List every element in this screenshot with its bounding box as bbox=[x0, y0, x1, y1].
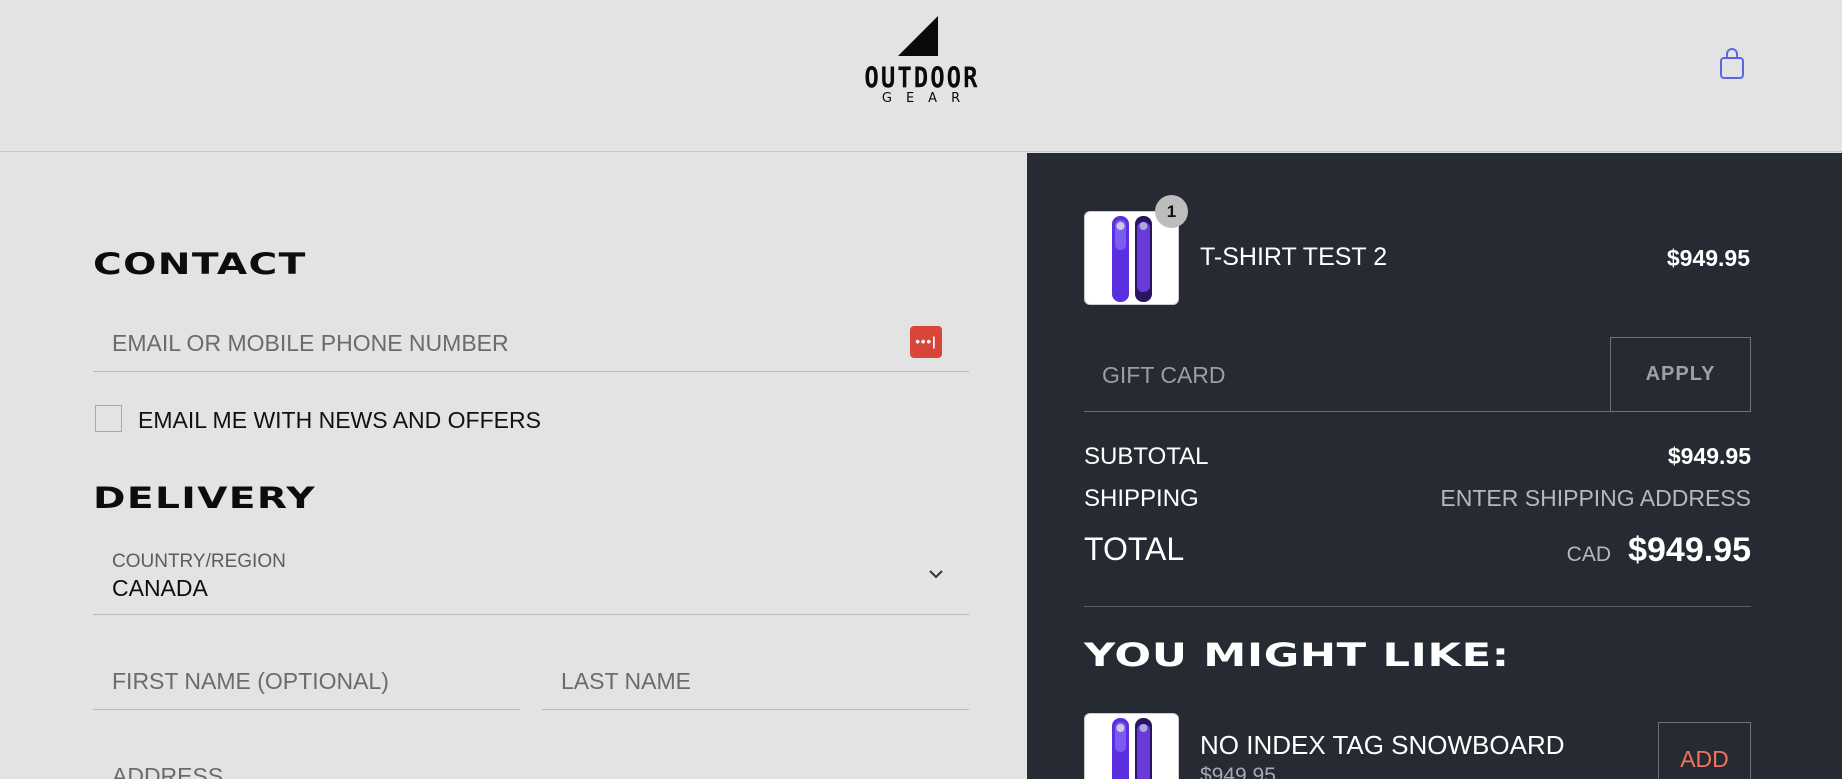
delivery-heading: DELIVERY bbox=[93, 481, 316, 515]
address-field[interactable]: ADDRESS bbox=[93, 741, 969, 779]
country-label: COUNTRY/REGION bbox=[112, 551, 286, 572]
email-field[interactable]: EMAIL OR MOBILE PHONE NUMBER •••| bbox=[93, 308, 969, 372]
password-manager-icon[interactable]: •••| bbox=[910, 326, 942, 358]
recommendation-thumbnail bbox=[1084, 713, 1179, 779]
recommendation-name: NO INDEX TAG SNOWBOARD bbox=[1200, 730, 1565, 760]
shipping-value: ENTER SHIPPING ADDRESS bbox=[1440, 485, 1751, 511]
last-name-field[interactable]: LAST NAME bbox=[542, 646, 969, 710]
first-name-placeholder: FIRST NAME (OPTIONAL) bbox=[112, 668, 389, 694]
subtotal-value: $949.95 bbox=[1667, 443, 1751, 469]
newsletter-checkbox[interactable] bbox=[95, 405, 122, 432]
summary-divider bbox=[1084, 606, 1751, 607]
shipping-row: SHIPPING ENTER SHIPPING ADDRESS bbox=[1084, 485, 1751, 519]
total-row: TOTAL CAD $949.95 bbox=[1084, 531, 1751, 575]
checkout-form: CONTACT EMAIL OR MOBILE PHONE NUMBER •••… bbox=[0, 153, 1027, 779]
email-placeholder: EMAIL OR MOBILE PHONE NUMBER bbox=[112, 330, 509, 356]
total-value: $949.95 bbox=[1628, 531, 1751, 569]
cart-item-price: $949.95 bbox=[1666, 245, 1750, 271]
cart-item-name: T-SHIRT TEST 2 bbox=[1200, 243, 1388, 271]
subtotal-row: SUBTOTAL $949.95 bbox=[1084, 443, 1751, 477]
gift-card-field[interactable]: GIFT CARD bbox=[1084, 336, 1617, 412]
address-placeholder: ADDRESS bbox=[112, 763, 224, 779]
quantity-badge: 1 bbox=[1155, 195, 1188, 228]
outdoor-gear-logo[interactable]: OUTDOOR GEAR bbox=[862, 16, 982, 108]
logo-subtitle: GEAR bbox=[881, 91, 975, 106]
first-name-field[interactable]: FIRST NAME (OPTIONAL) bbox=[93, 646, 520, 710]
country-value: CANADA bbox=[112, 575, 208, 601]
logo-wordmark: OUTDOOR bbox=[864, 61, 980, 95]
shipping-label: SHIPPING bbox=[1084, 485, 1199, 512]
snowboard-image-icon bbox=[1112, 718, 1152, 779]
recommendation-price: $949.95 bbox=[1200, 764, 1276, 779]
last-name-placeholder: LAST NAME bbox=[561, 668, 691, 694]
shopping-bag-icon[interactable] bbox=[1718, 46, 1746, 80]
recommendations-heading: YOU MIGHT LIKE: bbox=[1084, 636, 1510, 674]
logo-triangle-icon bbox=[898, 16, 938, 56]
total-label: TOTAL bbox=[1084, 531, 1185, 567]
newsletter-label[interactable]: EMAIL ME WITH NEWS AND OFFERS bbox=[138, 407, 541, 434]
chevron-down-icon bbox=[929, 570, 943, 579]
site-header: OUTDOOR GEAR bbox=[0, 0, 1842, 152]
subtotal-label: SUBTOTAL bbox=[1084, 443, 1209, 470]
apply-button[interactable]: APPLY bbox=[1610, 337, 1751, 412]
gift-card-placeholder: GIFT CARD bbox=[1102, 362, 1226, 388]
add-button[interactable]: ADD bbox=[1658, 722, 1751, 779]
contact-heading: CONTACT bbox=[93, 247, 307, 281]
total-currency: CAD bbox=[1566, 543, 1611, 566]
order-summary: T-SHIRT TEST 2 $949.95 GIFT CARD APPLY S… bbox=[1027, 153, 1842, 779]
country-select[interactable]: COUNTRY/REGION CANADA bbox=[93, 541, 969, 615]
